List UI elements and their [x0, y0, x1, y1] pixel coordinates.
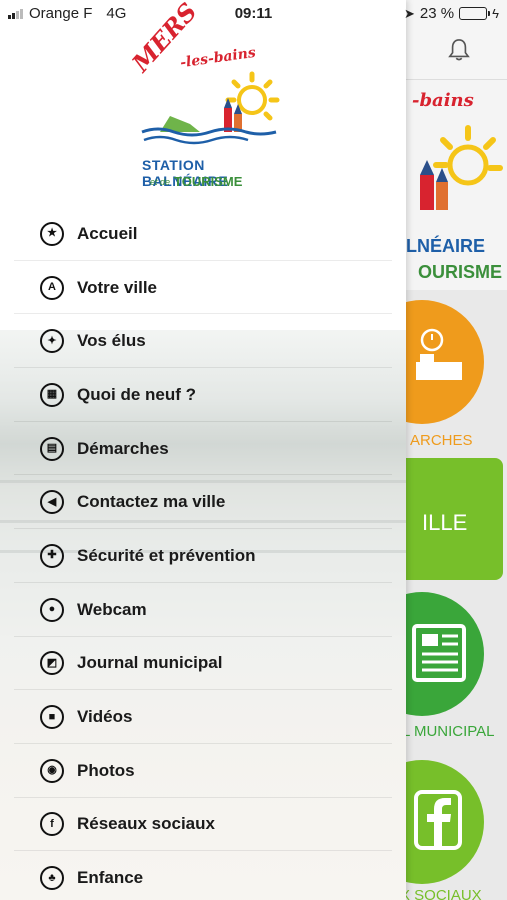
logo-et-de: et de [150, 177, 171, 187]
background-logo-line2: OURISME [418, 262, 503, 282]
bell-icon[interactable] [448, 38, 470, 62]
menu-item-chat[interactable]: ▤ Démarches [0, 422, 406, 476]
battery-icon [459, 7, 491, 20]
newspaper-icon [412, 624, 466, 682]
menu-item-label: Votre ville [77, 277, 157, 297]
menu-item-video[interactable]: ■ Vidéos [0, 690, 406, 744]
background-logo-line1: LNÉAIRE [406, 236, 486, 256]
people-icon: ✦ [40, 329, 64, 354]
logo-script-suffix: -les-bains [179, 44, 257, 72]
megaphone-icon: ◀ [40, 490, 64, 515]
menu-item-camera[interactable]: ◉ Photos [0, 744, 406, 798]
menu-item-label: Contactez ma ville [77, 492, 226, 512]
background-logo-script: -bains [412, 90, 474, 111]
journal-icon: ◩ [40, 651, 64, 676]
chat-icon: ▤ [40, 436, 64, 461]
menu-item-facebook[interactable]: f Réseaux sociaux [0, 798, 406, 852]
city-icon: A [40, 275, 64, 300]
webcam-icon: ● [40, 597, 64, 622]
social-tile-label: X SOCIAUX [406, 887, 482, 900]
desk-icon [416, 328, 462, 380]
menu-item-label: Journal municipal [77, 653, 223, 673]
menu-item-label: Sécurité et prévention [77, 545, 256, 565]
demarches-tile[interactable] [406, 300, 484, 424]
menu-item-label: Quoi de neuf ? [77, 384, 196, 404]
background-sun-icon [420, 125, 503, 210]
menu-item-label: Réseaux sociaux [77, 814, 215, 834]
demarches-tile-label: ARCHES [410, 432, 473, 449]
journal-tile[interactable] [406, 592, 484, 716]
logo-sun-icon [141, 71, 280, 145]
menu-item-label: Vidéos [77, 707, 133, 727]
star-icon: ★ [40, 221, 64, 246]
status-right: ➤ 23 % ϟ [404, 5, 499, 22]
battery-percent: 23 % [419, 5, 455, 22]
ville-tile-label: ILLE [422, 510, 468, 535]
background-app: -bains LNÉAIRE OURISME ARCHES ILLE L MUN… [406, 0, 507, 900]
menu-item-label: Accueil [77, 223, 138, 243]
menu-item-child[interactable]: ♣ Enfance [0, 851, 406, 900]
menu-item-label: Photos [77, 760, 135, 780]
camera-icon: ◉ [40, 758, 64, 783]
drawer-menu: ★ Accueil A Votre ville ✦ Vos élus ▦ Quoi de ne… [0, 207, 406, 900]
menu-item-label: Enfance [77, 868, 144, 888]
plus-icon: ✚ [40, 543, 64, 568]
menu-item-calendar[interactable]: ▦ Quoi de neuf ? [0, 368, 406, 422]
menu-item-star[interactable]: ★ Accueil [0, 207, 406, 261]
menu-item-label: Webcam [77, 599, 147, 619]
menu-item-webcam[interactable]: ● Webcam [0, 583, 406, 637]
facebook-tile-icon [414, 790, 462, 850]
app-logo: MERS -les-bains STATION BALNÉAIRE et de … [120, 0, 290, 190]
menu-item-people[interactable]: ✦ Vos élus [0, 314, 406, 368]
status-bar: Orange F 4G 09:11 ➤ 23 % ϟ [0, 0, 507, 28]
navigation-drawer: MERS -les-bains STATION BALNÉAIRE et de … [0, 0, 406, 900]
journal-tile-label: L MUNICIPAL [406, 723, 495, 740]
facebook-icon: f [40, 812, 64, 837]
menu-item-plus[interactable]: ✚ Sécurité et prévention [0, 529, 406, 583]
calendar-icon: ▦ [40, 382, 64, 407]
charging-bolt-icon: ϟ [492, 6, 499, 21]
menu-item-journal[interactable]: ◩ Journal municipal [0, 637, 406, 691]
video-icon: ■ [40, 705, 64, 730]
location-arrow-icon: ➤ [404, 5, 415, 21]
menu-item-city[interactable]: A Votre ville [0, 261, 406, 315]
social-tile[interactable] [406, 760, 484, 884]
ville-tile[interactable]: ILLE [406, 458, 503, 580]
logo-tourisme: TOURISME [174, 174, 243, 189]
background-logo: -bains LNÉAIRE OURISME [406, 80, 507, 290]
child-icon: ♣ [40, 866, 64, 891]
menu-item-label: Vos élus [77, 331, 146, 351]
menu-item-label: Démarches [77, 438, 169, 458]
menu-item-megaphone[interactable]: ◀ Contactez ma ville [0, 475, 406, 529]
